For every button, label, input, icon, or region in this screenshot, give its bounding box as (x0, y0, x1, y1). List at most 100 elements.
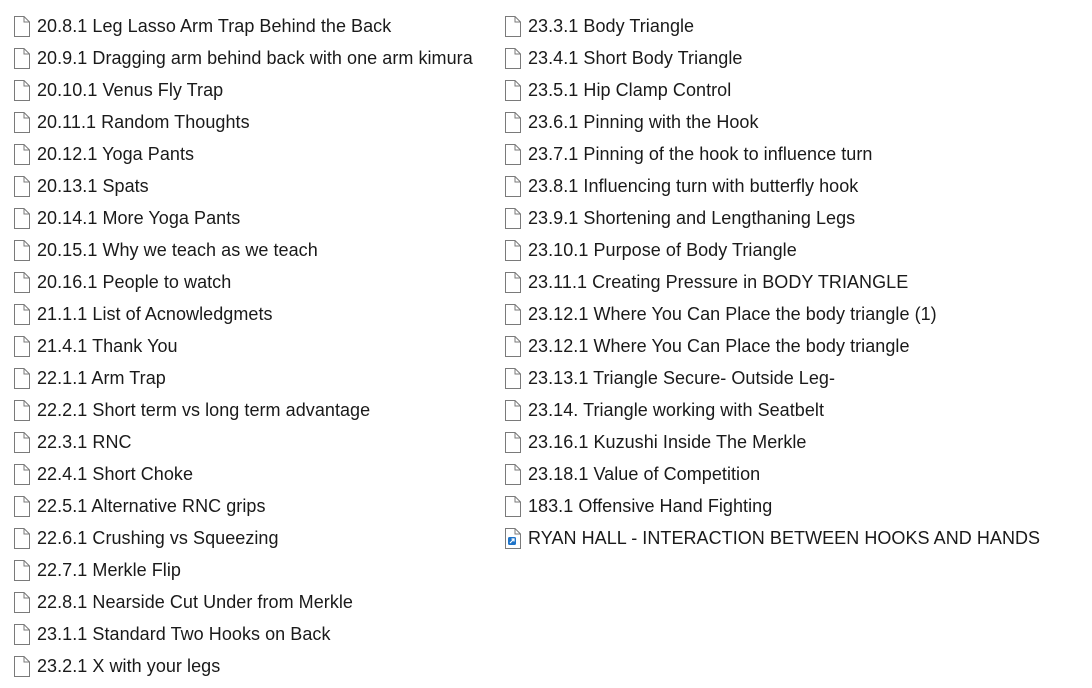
document-icon (13, 175, 30, 197)
file-item[interactable]: 22.8.1 Nearside Cut Under from Merkle (13, 586, 493, 618)
document-icon (13, 47, 30, 69)
file-name: 20.10.1 Venus Fly Trap (37, 80, 224, 100)
file-item[interactable]: 23.1.1 Standard Two Hooks on Back (13, 618, 493, 650)
file-item[interactable]: RYAN HALL - INTERACTION BETWEEN HOOKS AN… (504, 522, 1084, 554)
document-icon (13, 463, 30, 485)
document-icon (13, 495, 30, 517)
file-item[interactable]: 20.8.1 Leg Lasso Arm Trap Behind the Bac… (13, 10, 493, 42)
file-name: 20.9.1 Dragging arm behind back with one… (37, 48, 473, 68)
document-icon (504, 47, 521, 69)
file-name: 23.7.1 Pinning of the hook to influence … (528, 144, 873, 164)
file-item[interactable]: 20.14.1 More Yoga Pants (13, 202, 493, 234)
file-name: 23.6.1 Pinning with the Hook (528, 112, 759, 132)
file-name: 23.10.1 Purpose of Body Triangle (528, 240, 797, 260)
file-name: 23.18.1 Value of Competition (528, 464, 761, 484)
file-item[interactable]: 20.13.1 Spats (13, 170, 493, 202)
file-name: 23.1.1 Standard Two Hooks on Back (37, 624, 331, 644)
file-list-column-1: 20.8.1 Leg Lasso Arm Trap Behind the Bac… (13, 10, 493, 682)
file-name: 23.3.1 Body Triangle (528, 16, 695, 36)
document-icon (13, 623, 30, 645)
document-icon (504, 399, 521, 421)
file-name: 23.14. Triangle working with Seatbelt (528, 400, 825, 420)
file-name: 22.6.1 Crushing vs Squeezing (37, 528, 279, 548)
file-item[interactable]: 22.7.1 Merkle Flip (13, 554, 493, 586)
file-name: 22.2.1 Short term vs long term advantage (37, 400, 371, 420)
document-icon (13, 303, 30, 325)
document-icon (504, 367, 521, 389)
file-item[interactable]: 22.1.1 Arm Trap (13, 362, 493, 394)
document-icon (504, 207, 521, 229)
file-name: 21.1.1 List of Acnowledgmets (37, 304, 273, 324)
file-item[interactable]: 23.11.1 Creating Pressure in BODY TRIANG… (504, 266, 1084, 298)
file-item[interactable]: 23.12.1 Where You Can Place the body tri… (504, 298, 1084, 330)
file-item[interactable]: 20.10.1 Venus Fly Trap (13, 74, 493, 106)
file-name: 20.14.1 More Yoga Pants (37, 208, 241, 228)
file-name: 23.5.1 Hip Clamp Control (528, 80, 732, 100)
file-name: 23.9.1 Shortening and Lengthaning Legs (528, 208, 856, 228)
document-icon (13, 399, 30, 421)
file-item[interactable]: 20.15.1 Why we teach as we teach (13, 234, 493, 266)
file-item[interactable]: 23.4.1 Short Body Triangle (504, 42, 1084, 74)
file-item[interactable]: 21.1.1 List of Acnowledgmets (13, 298, 493, 330)
file-item[interactable]: 23.3.1 Body Triangle (504, 10, 1084, 42)
document-icon (13, 335, 30, 357)
file-item[interactable]: 23.13.1 Triangle Secure- Outside Leg- (504, 362, 1084, 394)
file-name: 22.3.1 RNC (37, 432, 132, 452)
file-item[interactable]: 23.12.1 Where You Can Place the body tri… (504, 330, 1084, 362)
file-name: 20.15.1 Why we teach as we teach (37, 240, 318, 260)
file-name: 23.4.1 Short Body Triangle (528, 48, 743, 68)
file-name: 20.13.1 Spats (37, 176, 149, 196)
file-item[interactable]: 183.1 Offensive Hand Fighting (504, 490, 1084, 522)
document-icon (13, 655, 30, 677)
document-icon (504, 271, 521, 293)
file-name: 21.4.1 Thank You (37, 336, 178, 356)
document-icon (13, 271, 30, 293)
document-icon (13, 143, 30, 165)
file-item[interactable]: 23.9.1 Shortening and Lengthaning Legs (504, 202, 1084, 234)
file-name: 22.7.1 Merkle Flip (37, 560, 181, 580)
file-name: 20.8.1 Leg Lasso Arm Trap Behind the Bac… (37, 16, 392, 36)
document-icon (13, 15, 30, 37)
file-item[interactable]: 20.16.1 People to watch (13, 266, 493, 298)
shortcut-file-icon (504, 527, 521, 549)
file-name: 23.12.1 Where You Can Place the body tri… (528, 304, 937, 324)
document-icon (13, 559, 30, 581)
file-name: 23.11.1 Creating Pressure in BODY TRIANG… (528, 272, 909, 292)
file-item[interactable]: 22.4.1 Short Choke (13, 458, 493, 490)
document-icon (13, 207, 30, 229)
document-icon (504, 111, 521, 133)
file-item[interactable]: 22.3.1 RNC (13, 426, 493, 458)
file-item[interactable]: 23.18.1 Value of Competition (504, 458, 1084, 490)
document-icon (13, 591, 30, 613)
document-icon (504, 143, 521, 165)
file-name: 23.2.1 X with your legs (37, 656, 221, 676)
file-item[interactable]: 20.11.1 Random Thoughts (13, 106, 493, 138)
file-item[interactable]: 20.12.1 Yoga Pants (13, 138, 493, 170)
file-item[interactable]: 23.14. Triangle working with Seatbelt (504, 394, 1084, 426)
file-item[interactable]: 20.9.1 Dragging arm behind back with one… (13, 42, 493, 74)
file-name: 23.12.1 Where You Can Place the body tri… (528, 336, 910, 356)
file-item[interactable]: 22.6.1 Crushing vs Squeezing (13, 522, 493, 554)
document-icon (504, 15, 521, 37)
file-name: 20.12.1 Yoga Pants (37, 144, 195, 164)
file-item[interactable]: 22.2.1 Short term vs long term advantage (13, 394, 493, 426)
document-icon (13, 527, 30, 549)
file-list-column-2: 23.3.1 Body Triangle 23.4.1 Short Body Tr… (504, 10, 1084, 554)
file-name: 20.16.1 People to watch (37, 272, 232, 292)
file-item[interactable]: 21.4.1 Thank You (13, 330, 493, 362)
document-icon (13, 111, 30, 133)
file-item[interactable]: 23.5.1 Hip Clamp Control (504, 74, 1084, 106)
file-item[interactable]: 23.16.1 Kuzushi Inside The Merkle (504, 426, 1084, 458)
document-icon (13, 367, 30, 389)
document-icon (504, 79, 521, 101)
file-item[interactable]: 22.5.1 Alternative RNC grips (13, 490, 493, 522)
document-icon (13, 79, 30, 101)
file-item[interactable]: 23.8.1 Influencing turn with butterfly h… (504, 170, 1084, 202)
file-item[interactable]: 23.10.1 Purpose of Body Triangle (504, 234, 1084, 266)
file-item[interactable]: 23.6.1 Pinning with the Hook (504, 106, 1084, 138)
file-name: 20.11.1 Random Thoughts (37, 112, 250, 132)
file-item[interactable]: 23.2.1 X with your legs (13, 650, 493, 682)
document-icon (504, 335, 521, 357)
file-name: 23.13.1 Triangle Secure- Outside Leg- (528, 368, 836, 388)
file-item[interactable]: 23.7.1 Pinning of the hook to influence … (504, 138, 1084, 170)
